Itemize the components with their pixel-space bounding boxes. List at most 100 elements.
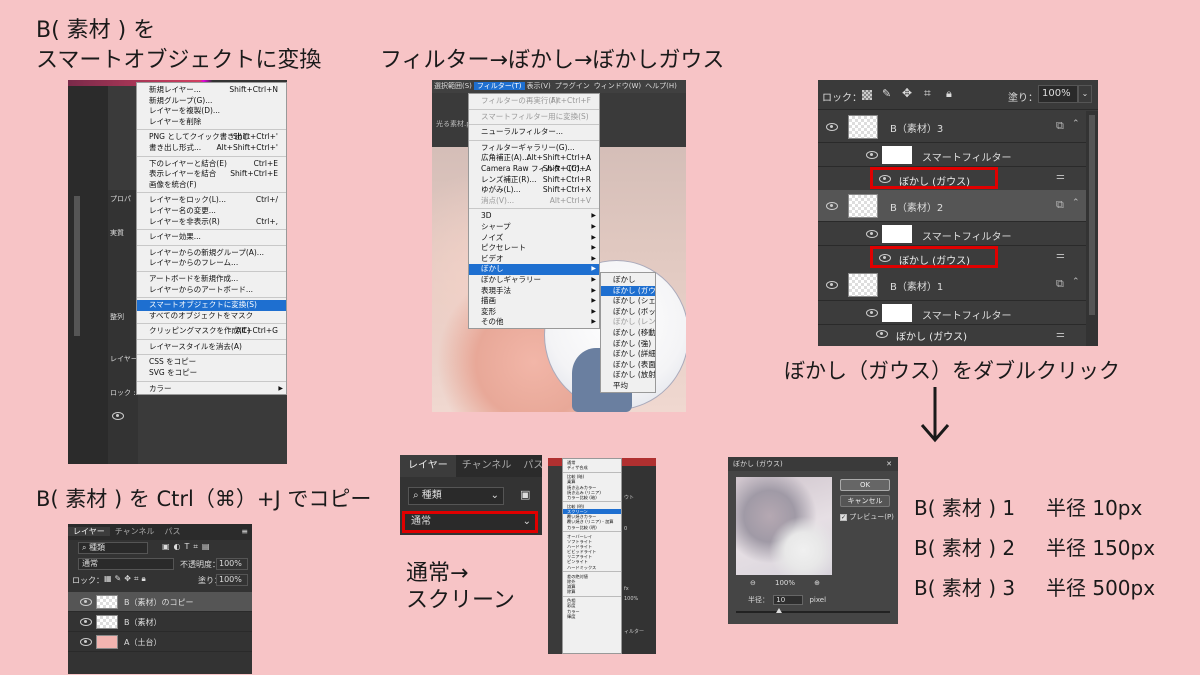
menu-item[interactable]: SVG をコピー: [137, 368, 286, 379]
kind-filter-select[interactable]: ⌕ 種類: [78, 542, 148, 554]
lock-move-icon[interactable]: ✥: [902, 86, 912, 100]
menu-item[interactable]: レイヤーからのフレーム...: [137, 258, 286, 269]
menu-item[interactable]: ぼかし ▶: [469, 264, 599, 275]
menu-item[interactable]: 描画 ▶: [469, 296, 599, 307]
eye-icon[interactable]: [826, 202, 838, 210]
filter-effect-row[interactable]: ぼかし (ガウス) ⚌: [818, 325, 1086, 346]
menu-item[interactable]: カラー ▶: [137, 384, 286, 395]
menu-item[interactable]: レイヤー効果...: [137, 232, 286, 243]
menu-item[interactable]: レイヤーを削除: [137, 117, 286, 128]
scrollbar[interactable]: [74, 196, 80, 336]
blend-mode-option[interactable]: ディザ合成: [563, 465, 621, 470]
layer-row[interactable]: B（素材）2 ⧉ ⌃: [818, 190, 1086, 222]
menubar-item-filter[interactable]: フィルター(T): [473, 82, 525, 90]
chevron-up-icon[interactable]: ⌃: [1072, 198, 1080, 208]
menubar-item[interactable]: 表示(V): [525, 82, 553, 90]
filter-effect-box[interactable]: ぼかし (ガウス): [870, 325, 998, 346]
eye-icon[interactable]: [866, 230, 878, 238]
filter-highlight-box[interactable]: ぼかし (ガウス): [870, 246, 998, 268]
submenu-item[interactable]: ぼかし (表面)...: [601, 360, 655, 371]
eye-icon[interactable]: [80, 638, 92, 646]
menu-item[interactable]: レイヤーからのアートボード...: [137, 285, 286, 296]
lock-all-icon[interactable]: 🔒︎: [946, 87, 952, 101]
smart-filter-row[interactable]: スマートフィルター: [818, 301, 1086, 325]
menu-item[interactable]: レイヤースタイルを消去(A): [137, 342, 286, 353]
close-icon[interactable]: ✕: [886, 457, 892, 471]
menu-item[interactable]: シャープ ▶: [469, 222, 599, 233]
filter-effect-row[interactable]: ぼかし (ガウス) ⚌: [818, 167, 1086, 190]
eye-icon[interactable]: [826, 123, 838, 131]
menu-item[interactable]: ノイズ ▶: [469, 233, 599, 244]
menu-item[interactable]: ゆがみ(L)... Shift+Ctrl+X: [469, 185, 599, 196]
menu-item[interactable]: 書き出し形式... Alt+Shift+Ctrl+': [137, 143, 286, 154]
submenu-item[interactable]: ぼかし (移動)...: [601, 328, 655, 339]
smart-filter-row[interactable]: スマートフィルター: [818, 222, 1086, 246]
blend-mode-option[interactable]: カラー比較 (暗): [563, 495, 621, 500]
filter-options-icon[interactable]: ⚌: [1056, 329, 1065, 340]
menu-item[interactable]: 広角補正(A)... Alt+Shift+Ctrl+A: [469, 153, 599, 164]
image-filter-icon[interactable]: ▣: [520, 488, 530, 501]
menu-item[interactable]: すべてのオブジェクトをマスク: [137, 311, 286, 322]
blend-mode-option[interactable]: 輝度: [563, 614, 621, 619]
chevron-down-icon[interactable]: ⌄: [1078, 85, 1092, 103]
opacity-input[interactable]: 100%: [216, 558, 248, 570]
smart-filter-row[interactable]: スマートフィルター: [818, 143, 1086, 167]
menu-item[interactable]: フィルターギャラリー(G)...: [469, 143, 599, 154]
kind-filter-select[interactable]: ⌕ 種類 ⌄: [408, 487, 504, 505]
eye-icon[interactable]: [80, 598, 92, 606]
fill-input[interactable]: 100%: [216, 574, 248, 586]
blend-mode-option[interactable]: カラー比較 (明): [563, 525, 621, 530]
menu-icon[interactable]: ≡: [241, 524, 252, 540]
filter-options-icon[interactable]: ⚌: [1056, 250, 1065, 261]
menubar-item[interactable]: 選択範囲(S): [432, 82, 474, 90]
menu-item[interactable]: CSS をコピー: [137, 357, 286, 368]
cancel-button[interactable]: キャンセル: [840, 495, 890, 507]
fill-input[interactable]: 100%: [1038, 85, 1078, 103]
eye-icon[interactable]: [879, 254, 891, 262]
submenu-item[interactable]: ぼかし (シェイプ)...: [601, 296, 655, 307]
menu-item[interactable]: 画像を統合(F): [137, 180, 286, 191]
lock-icons[interactable]: ▦✎✥⌗🔒︎: [104, 574, 149, 584]
layer-row[interactable]: A（土台）: [68, 632, 252, 652]
menu-item[interactable]: その他 ▶: [469, 317, 599, 328]
eye-icon[interactable]: [826, 281, 838, 289]
tab-layers[interactable]: レイヤー: [68, 527, 110, 536]
menubar-item[interactable]: ヘルプ(H): [643, 82, 679, 90]
ok-button[interactable]: OK: [840, 479, 890, 491]
tab-layers[interactable]: レイヤー: [400, 455, 456, 477]
blend-mode-option[interactable]: 除算: [563, 589, 621, 594]
chevron-up-icon[interactable]: ⌃: [1072, 277, 1080, 287]
submenu-item[interactable]: ぼかし (ボックス)...: [601, 307, 655, 318]
layer-row[interactable]: B（素材）3 ⧉ ⌃: [818, 111, 1086, 143]
zoom-in-icon[interactable]: ⊕: [814, 579, 820, 587]
eye-icon[interactable]: [866, 151, 878, 159]
menu-item[interactable]: 表示レイヤーを結合 Shift+Ctrl+E: [137, 169, 286, 180]
menu-item[interactable]: レンズ補正(R)... Shift+Ctrl+R: [469, 175, 599, 186]
lock-transparent-icon[interactable]: [862, 90, 872, 100]
lock-brush-icon[interactable]: ✎: [882, 87, 891, 100]
blend-mode-select[interactable]: 通常 ⌄: [402, 511, 538, 533]
menu-item[interactable]: ビデオ ▶: [469, 254, 599, 265]
menu-item[interactable]: PNG としてクイック書き出し Shift+Ctrl+': [137, 132, 286, 143]
menu-item[interactable]: ピクセレート ▶: [469, 243, 599, 254]
eye-icon[interactable]: [876, 330, 888, 338]
scrollbar[interactable]: [1086, 111, 1098, 346]
slider-handle[interactable]: [776, 608, 782, 613]
menu-item[interactable]: レイヤー名の変更...: [137, 206, 286, 217]
submenu-item[interactable]: ぼかし (詳細)...: [601, 349, 655, 360]
eye-icon[interactable]: [80, 618, 92, 626]
preview-checkbox[interactable]: ✓ プレビュー(P): [840, 512, 894, 522]
filter-options-icon[interactable]: ⚌: [1056, 171, 1065, 182]
submenu-item[interactable]: ぼかし (強): [601, 339, 655, 350]
filter-effect-row[interactable]: ぼかし (ガウス) ⚌: [818, 246, 1086, 269]
blend-mode-option[interactable]: 覆い焼き (リニア) - 加算: [563, 519, 621, 524]
chevron-up-icon[interactable]: ⌃: [1072, 119, 1080, 129]
eye-icon[interactable]: [879, 175, 891, 183]
eye-icon[interactable]: [866, 309, 878, 317]
menu-item[interactable]: レイヤーからの新規グループ(A)...: [137, 248, 286, 259]
tab-paths[interactable]: パス: [517, 460, 542, 471]
layer-row[interactable]: B（素材）1 ⧉ ⌃: [818, 269, 1086, 301]
menu-item[interactable]: アートボードを新規作成...: [137, 274, 286, 285]
zoom-out-icon[interactable]: ⊖: [750, 579, 756, 587]
menu-item[interactable]: 変形 ▶: [469, 307, 599, 318]
